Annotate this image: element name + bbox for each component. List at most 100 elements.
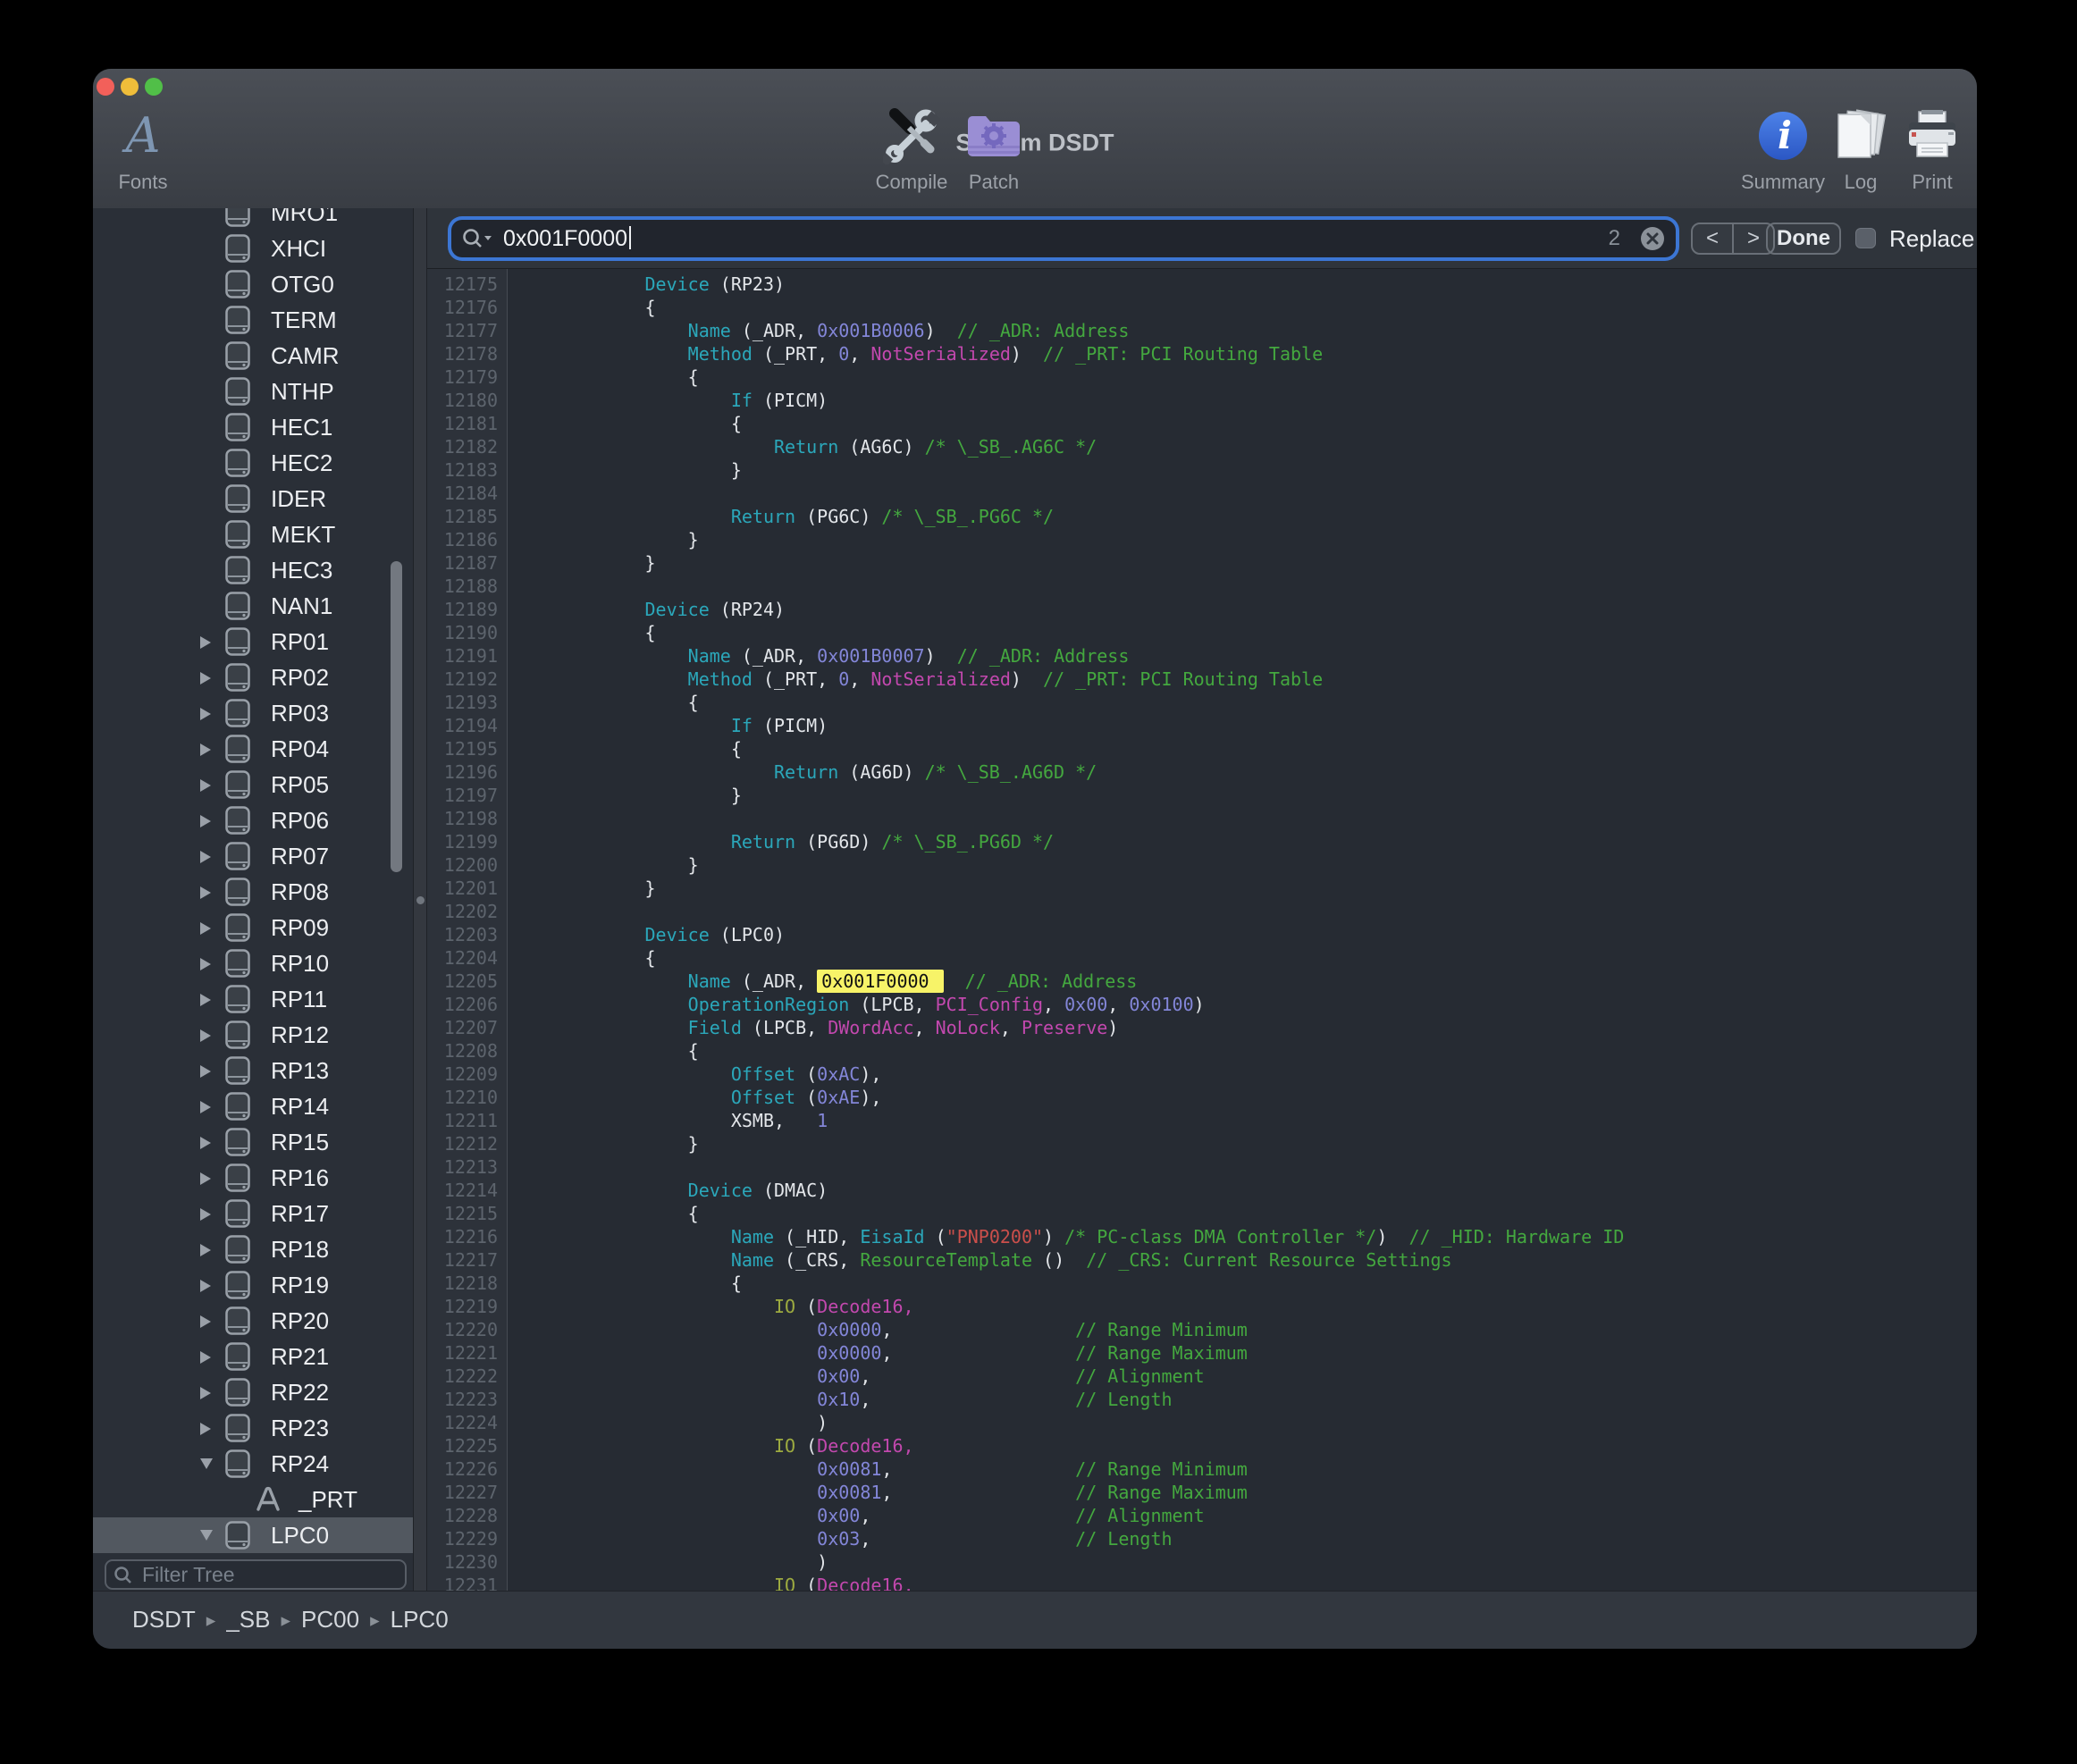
sidebar-item-lpc0[interactable]: LPC0: [93, 1517, 413, 1553]
sidebar-item-hec3[interactable]: HEC3: [93, 552, 413, 588]
disclosure-right-icon[interactable]: [198, 885, 214, 901]
sidebar-item-rp23[interactable]: RP23: [93, 1410, 413, 1446]
sidebar-item-hec1[interactable]: HEC1: [93, 409, 413, 445]
disclosure-down-icon[interactable]: [198, 1457, 214, 1473]
print-button[interactable]: Print: [1892, 106, 1972, 194]
breadcrumb-item[interactable]: PC00: [301, 1606, 359, 1634]
disclosure-right-icon[interactable]: [198, 1242, 214, 1258]
sidebar-item-rp11[interactable]: RP11: [93, 981, 413, 1017]
sidebar-item-rp17[interactable]: RP17: [93, 1196, 413, 1231]
breadcrumb-item[interactable]: LPC0: [391, 1606, 449, 1634]
breadcrumb-item[interactable]: _SB: [226, 1606, 270, 1634]
disclosure-right-icon[interactable]: [198, 956, 214, 972]
search-magnifier-icon[interactable]: [460, 227, 494, 255]
sidebar-item-rp12[interactable]: RP12: [93, 1017, 413, 1053]
sidebar-item-rp10[interactable]: RP10: [93, 945, 413, 981]
sidebar-item-rp05[interactable]: RP05: [93, 767, 413, 802]
breadcrumb-item[interactable]: DSDT: [132, 1606, 196, 1634]
method-icon: [255, 1485, 282, 1516]
disclosure-right-icon[interactable]: [198, 813, 214, 829]
find-previous-button[interactable]: <: [1693, 224, 1734, 253]
sidebar-item-hec2[interactable]: HEC2: [93, 445, 413, 481]
code-line: 12192 Method (_PRT, 0, NotSerialized) //…: [427, 668, 1977, 691]
sidebar-item-rp08[interactable]: RP08: [93, 874, 413, 910]
sidebar-item-rp18[interactable]: RP18: [93, 1231, 413, 1267]
device-icon: [225, 1199, 250, 1232]
sidebar-item-xhci[interactable]: XHCI: [93, 231, 413, 266]
filter-tree-input[interactable]: Filter Tree: [105, 1559, 407, 1590]
sidebar-item-ider[interactable]: IDER: [93, 481, 413, 517]
line-number: 12220: [427, 1318, 507, 1341]
sidebar-item-rp14[interactable]: RP14: [93, 1088, 413, 1124]
sidebar-item-rp19[interactable]: RP19: [93, 1267, 413, 1303]
sidebar-item-mekt[interactable]: MEKT: [93, 517, 413, 552]
disclosure-right-icon[interactable]: [198, 1314, 214, 1330]
disclosure-right-icon[interactable]: [198, 1135, 214, 1151]
disclosure-right-icon[interactable]: [198, 920, 214, 937]
sidebar-item-rp04[interactable]: RP04: [93, 731, 413, 767]
disclosure-down-icon[interactable]: [198, 1528, 214, 1544]
sidebar-item-rp01[interactable]: RP01: [93, 624, 413, 659]
device-icon: [225, 1235, 250, 1268]
summary-button[interactable]: i Summary: [1734, 106, 1832, 194]
disclosure-right-icon[interactable]: [198, 849, 214, 865]
disclosure-right-icon[interactable]: [198, 634, 214, 651]
code-line: 12179 {: [427, 365, 1977, 389]
minimize-button[interactable]: [121, 78, 139, 96]
disclosure-right-icon[interactable]: [198, 1421, 214, 1437]
code-line: 12213: [427, 1155, 1977, 1179]
patch-button[interactable]: Patch: [949, 106, 1038, 194]
disclosure-right-icon[interactable]: [198, 1206, 214, 1222]
sidebar-item-rp06[interactable]: RP06: [93, 802, 413, 838]
disclosure-right-icon[interactable]: [198, 1171, 214, 1187]
sidebar-item-nthp[interactable]: NTHP: [93, 374, 413, 409]
clear-search-button[interactable]: [1640, 226, 1665, 251]
zoom-button[interactable]: [145, 78, 163, 96]
replace-checkbox[interactable]: [1855, 228, 1876, 248]
disclosure-right-icon[interactable]: [198, 706, 214, 722]
fonts-button[interactable]: A Fonts: [100, 106, 186, 194]
sidebar-item-otg0[interactable]: OTG0: [93, 266, 413, 302]
sidebar-item-nan1[interactable]: NAN1: [93, 588, 413, 624]
sidebar-item-rp07[interactable]: RP07: [93, 838, 413, 874]
sidebar-item-label: RP13: [271, 1053, 329, 1088]
sidebar-item-rp22[interactable]: RP22: [93, 1374, 413, 1410]
sidebar-item-rp03[interactable]: RP03: [93, 695, 413, 731]
sidebar-item-camr[interactable]: CAMR: [93, 338, 413, 374]
sidebar-item-rp16[interactable]: RP16: [93, 1160, 413, 1196]
sidebar-item-label: RP11: [271, 981, 327, 1017]
compile-button[interactable]: Compile: [867, 106, 956, 194]
sidebar-item-term[interactable]: TERM: [93, 302, 413, 338]
disclosure-right-icon[interactable]: [198, 992, 214, 1008]
code-line-text: {: [507, 365, 699, 389]
sidebar-item-_prt[interactable]: _PRT: [93, 1482, 413, 1517]
disclosure-right-icon[interactable]: [198, 1063, 214, 1079]
sidebar-scrollbar-thumb[interactable]: [391, 561, 402, 872]
sidebar-item-rp24[interactable]: RP24: [93, 1446, 413, 1482]
disclosure-right-icon[interactable]: [198, 1349, 214, 1365]
disclosure-right-icon[interactable]: [198, 670, 214, 686]
code-editor[interactable]: 12175 Device (RP23)12176 {12177 Name (_A…: [427, 269, 1977, 1591]
disclosure-right-icon[interactable]: [198, 742, 214, 758]
sidebar-item-mro1[interactable]: MRO1: [93, 208, 413, 231]
code-line-text: ): [507, 1411, 828, 1434]
disclosure-right-icon[interactable]: [198, 1278, 214, 1294]
code-line-text: [507, 807, 516, 830]
sidebar-item-rp21[interactable]: RP21: [93, 1339, 413, 1374]
sidebar-item-rp15[interactable]: RP15: [93, 1124, 413, 1160]
search-input[interactable]: 0x001F0000 2: [451, 220, 1676, 257]
code-line-text: Field (LPCB, DWordAcc, NoLock, Preserve): [507, 1016, 1118, 1039]
sidebar-item-rp02[interactable]: RP02: [93, 659, 413, 695]
sidebar-item-rp20[interactable]: RP20: [93, 1303, 413, 1339]
disclosure-right-icon[interactable]: [198, 777, 214, 794]
disclosure-right-icon[interactable]: [198, 1385, 214, 1401]
sidebar-item-rp13[interactable]: RP13: [93, 1053, 413, 1088]
pane-splitter[interactable]: [413, 208, 427, 1591]
disclosure-right-icon[interactable]: [198, 1028, 214, 1044]
done-button[interactable]: Done: [1766, 223, 1841, 255]
close-button[interactable]: [97, 78, 114, 96]
log-button[interactable]: Log: [1821, 106, 1901, 194]
sidebar-item-rp09[interactable]: RP09: [93, 910, 413, 945]
code-line-text: [507, 482, 516, 505]
disclosure-right-icon[interactable]: [198, 1099, 214, 1115]
